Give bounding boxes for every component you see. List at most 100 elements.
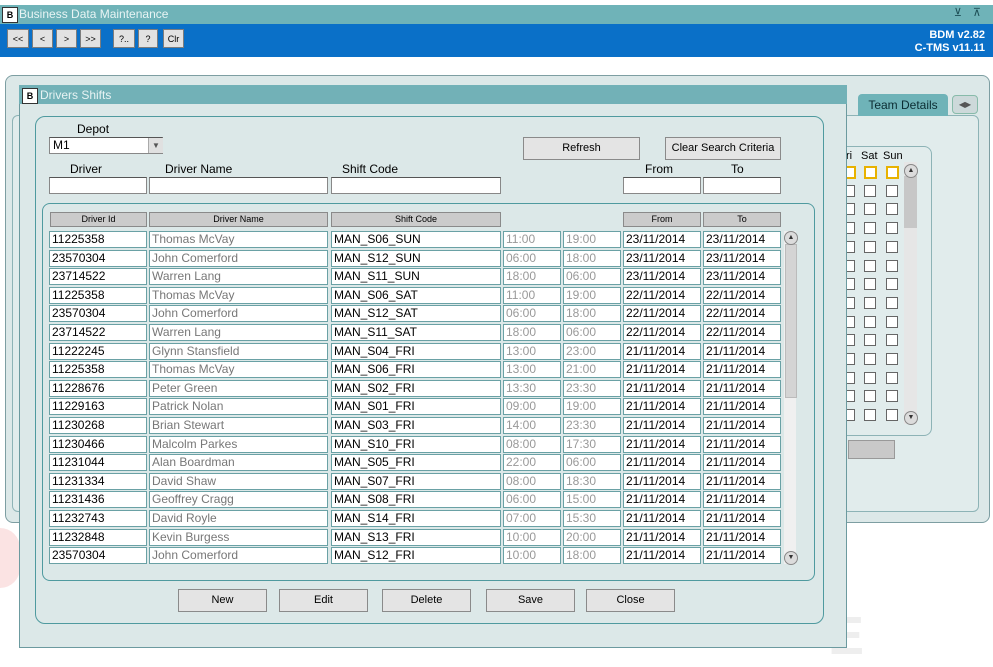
cell-to-date[interactable]: 21/11/2014: [703, 547, 781, 565]
cell-start-time[interactable]: 10:00: [503, 547, 561, 565]
cell-from-date[interactable]: 21/11/2014: [623, 342, 701, 360]
shift-code-search-input[interactable]: [331, 177, 501, 194]
cell-driver-id[interactable]: 11230466: [49, 435, 147, 453]
grid-scroll-down-icon[interactable]: ▼: [784, 551, 798, 565]
cell-start-time[interactable]: 18:00: [503, 324, 561, 341]
cell-from-date[interactable]: 21/11/2014: [623, 491, 701, 509]
cell-shift-code[interactable]: MAN_S12_SUN: [331, 249, 501, 267]
cell-driver-id[interactable]: 11230268: [49, 417, 147, 434]
cell-driver-name[interactable]: Warren Lang: [149, 324, 328, 341]
cell-driver-name[interactable]: David Royle: [149, 510, 328, 527]
weekday-checkbox[interactable]: [864, 315, 876, 328]
toolbar-next-button[interactable]: >: [56, 29, 77, 48]
delete-button[interactable]: Delete: [382, 589, 471, 612]
cell-start-time[interactable]: 06:00: [503, 249, 561, 267]
cell-shift-code[interactable]: MAN_S12_FRI: [331, 547, 501, 565]
cell-driver-id[interactable]: 23714522: [49, 324, 147, 341]
cell-start-time[interactable]: 11:00: [503, 231, 561, 248]
background-button[interactable]: [848, 440, 895, 459]
toolbar-help-button[interactable]: ?: [138, 29, 158, 48]
toolbar-last-button[interactable]: >>: [80, 29, 101, 48]
scroll-up-icon[interactable]: ▲: [904, 164, 918, 178]
cell-driver-id[interactable]: 23570304: [49, 305, 147, 323]
cell-shift-code[interactable]: MAN_S08_FRI: [331, 491, 501, 509]
grid-scroll-thumb[interactable]: [785, 244, 797, 398]
cell-shift-code[interactable]: MAN_S07_FRI: [331, 472, 501, 490]
weekday-checkbox[interactable]: [886, 296, 898, 309]
weekday-checkbox[interactable]: [864, 390, 876, 403]
cell-driver-id[interactable]: 11231436: [49, 491, 147, 509]
cell-driver-name[interactable]: Warren Lang: [149, 268, 328, 286]
cell-to-date[interactable]: 21/11/2014: [703, 417, 781, 434]
cell-driver-id[interactable]: 23714522: [49, 268, 147, 286]
weekday-checkbox[interactable]: [886, 166, 899, 179]
cell-end-time[interactable]: 19:00: [563, 286, 621, 304]
cell-driver-name[interactable]: Kevin Burgess: [149, 528, 328, 546]
cell-driver-name[interactable]: Geoffrey Cragg: [149, 491, 328, 509]
cell-to-date[interactable]: 23/11/2014: [703, 268, 781, 286]
cell-end-time[interactable]: 06:00: [563, 268, 621, 286]
weekday-checkbox[interactable]: [886, 278, 898, 291]
cell-driver-name[interactable]: Glynn Stansfield: [149, 342, 328, 360]
cell-driver-name[interactable]: Brian Stewart: [149, 417, 328, 434]
cell-shift-code[interactable]: MAN_S04_FRI: [331, 342, 501, 360]
cell-start-time[interactable]: 13:00: [503, 342, 561, 360]
cell-to-date[interactable]: 21/11/2014: [703, 435, 781, 453]
cell-start-time[interactable]: 08:00: [503, 472, 561, 490]
cell-end-time[interactable]: 19:00: [563, 398, 621, 416]
weekday-checkbox[interactable]: [886, 259, 898, 272]
cell-end-time[interactable]: 15:00: [563, 491, 621, 509]
cell-driver-name[interactable]: Alan Boardman: [149, 454, 328, 472]
weekday-checkbox[interactable]: [886, 334, 898, 347]
cell-driver-name[interactable]: John Comerford: [149, 305, 328, 323]
cell-shift-code[interactable]: MAN_S11_SAT: [331, 324, 501, 341]
cell-end-time[interactable]: 15:30: [563, 510, 621, 527]
refresh-button[interactable]: Refresh: [523, 137, 640, 160]
cell-to-date[interactable]: 22/11/2014: [703, 286, 781, 304]
cell-driver-id[interactable]: 23570304: [49, 249, 147, 267]
weekday-checkbox[interactable]: [886, 203, 898, 216]
cell-to-date[interactable]: 21/11/2014: [703, 528, 781, 546]
cell-driver-name[interactable]: Thomas McVay: [149, 361, 328, 379]
cell-driver-name[interactable]: Patrick Nolan: [149, 398, 328, 416]
tab-scroll-arrows-icon[interactable]: ◀▶: [952, 95, 978, 114]
cell-to-date[interactable]: 23/11/2014: [703, 231, 781, 248]
cell-driver-id[interactable]: 11225358: [49, 361, 147, 379]
cell-from-date[interactable]: 21/11/2014: [623, 472, 701, 490]
cell-start-time[interactable]: 10:00: [503, 528, 561, 546]
weekday-checkbox[interactable]: [886, 315, 898, 328]
new-button[interactable]: New: [178, 589, 267, 612]
cell-end-time[interactable]: 23:30: [563, 417, 621, 434]
cell-end-time[interactable]: 23:00: [563, 342, 621, 360]
driver-name-search-input[interactable]: [149, 177, 328, 194]
close-button[interactable]: Close: [586, 589, 675, 612]
chevron-down-icon[interactable]: ▼: [148, 138, 163, 153]
cell-from-date[interactable]: 21/11/2014: [623, 528, 701, 546]
cell-shift-code[interactable]: MAN_S11_SUN: [331, 268, 501, 286]
cell-shift-code[interactable]: MAN_S03_FRI: [331, 417, 501, 434]
clear-search-button[interactable]: Clear Search Criteria: [665, 137, 781, 160]
cell-driver-id[interactable]: 11231044: [49, 454, 147, 472]
weekday-checkbox[interactable]: [864, 222, 876, 235]
cell-driver-name[interactable]: David Shaw: [149, 472, 328, 490]
weekday-checkbox[interactable]: [864, 259, 876, 272]
cell-to-date[interactable]: 21/11/2014: [703, 472, 781, 490]
cell-end-time[interactable]: 18:00: [563, 249, 621, 267]
cell-shift-code[interactable]: MAN_S13_FRI: [331, 528, 501, 546]
weekday-checkbox[interactable]: [864, 278, 876, 291]
cell-to-date[interactable]: 21/11/2014: [703, 454, 781, 472]
cell-from-date[interactable]: 21/11/2014: [623, 454, 701, 472]
cell-shift-code[interactable]: MAN_S06_FRI: [331, 361, 501, 379]
cell-shift-code[interactable]: MAN_S06_SAT: [331, 286, 501, 304]
cell-from-date[interactable]: 21/11/2014: [623, 547, 701, 565]
cell-driver-id[interactable]: 11228676: [49, 379, 147, 397]
cell-end-time[interactable]: 06:00: [563, 454, 621, 472]
toolbar-first-button[interactable]: <<: [7, 29, 29, 48]
cell-shift-code[interactable]: MAN_S10_FRI: [331, 435, 501, 453]
toolbar-prev-button[interactable]: <: [32, 29, 53, 48]
cell-start-time[interactable]: 07:00: [503, 510, 561, 527]
cell-to-date[interactable]: 23/11/2014: [703, 249, 781, 267]
weekday-checkbox[interactable]: [886, 184, 898, 197]
to-search-input[interactable]: [703, 177, 781, 194]
cell-end-time[interactable]: 18:30: [563, 472, 621, 490]
